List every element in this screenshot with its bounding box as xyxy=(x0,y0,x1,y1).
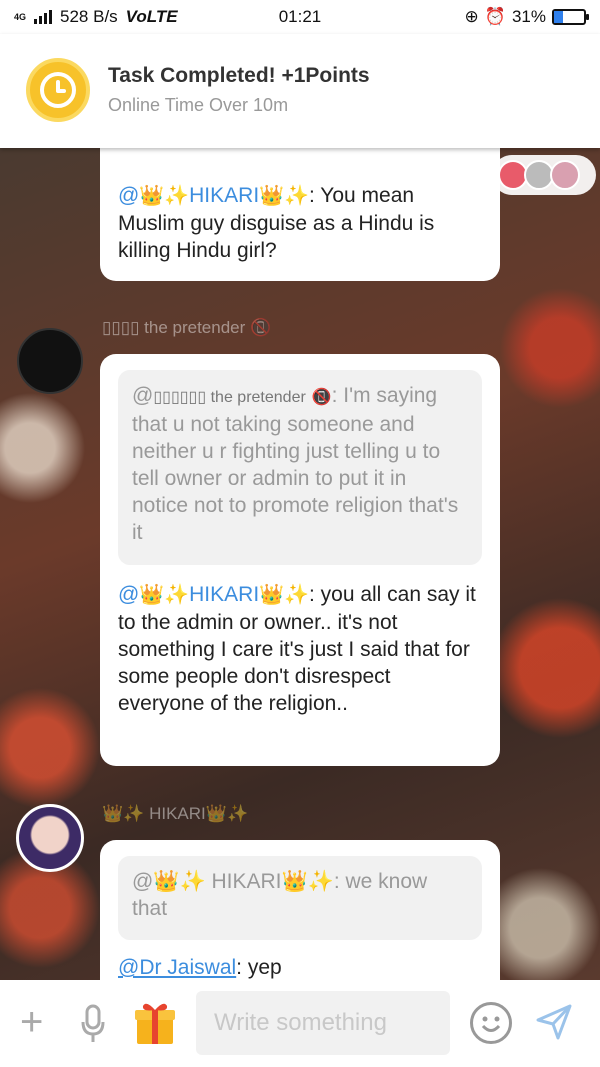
message-input[interactable] xyxy=(196,991,450,1055)
crown-icon: 👑 xyxy=(139,584,165,606)
task-notification[interactable]: Task Completed! +1Points Online Time Ove… xyxy=(0,34,600,148)
message-bubble[interactable]: @👑✨HIKARI👑✨: You mean Muslim guy disguis… xyxy=(100,148,500,281)
crown-icon: 👑 xyxy=(153,870,180,893)
alarm-icon: ⏰ xyxy=(484,7,506,26)
lock-rotation-icon: ⊕ xyxy=(464,7,479,26)
crown-icon: 👑 xyxy=(259,185,285,207)
phone-off-icon: 📵 xyxy=(250,318,272,337)
mention-name[interactable]: HIKARI xyxy=(189,184,259,207)
microphone-icon[interactable] xyxy=(80,1004,106,1044)
crown-icon: 👑 xyxy=(205,804,227,823)
sender-name[interactable]: ▯▯▯▯ the pretender 📵 xyxy=(102,318,271,338)
message-body: @👑✨HIKARI👑✨: you all can say it to the a… xyxy=(118,581,482,717)
mention-name[interactable]: HIKARI xyxy=(189,583,259,606)
sparkle-icon: ✨ xyxy=(284,584,309,606)
sparkle-icon: ✨ xyxy=(179,870,206,893)
quoted-author: HIKARI xyxy=(211,870,282,893)
quoted-author: the pretender xyxy=(210,389,306,406)
crown-icon: 👑 xyxy=(102,804,124,823)
member-avatar xyxy=(550,160,580,190)
signal-icon xyxy=(34,10,53,24)
crown-icon: 👑 xyxy=(259,584,285,606)
mention[interactable]: @ xyxy=(118,583,139,606)
message-input-bar: + xyxy=(0,980,600,1067)
sparkle-icon: ✨ xyxy=(164,584,190,606)
active-members[interactable] xyxy=(492,155,596,195)
chat-area[interactable]: @👑✨HIKARI👑✨: You mean Muslim guy disguis… xyxy=(0,148,600,980)
message-bubble[interactable]: @👑✨ HIKARI👑✨: we know that @Dr Jaiswal: … xyxy=(100,840,500,980)
emoji-icon[interactable] xyxy=(470,1002,512,1044)
avatar[interactable] xyxy=(16,804,84,872)
volte-label: VoLTE xyxy=(125,7,178,26)
clock-icon xyxy=(26,58,90,122)
status-bar: 4G 528 B/s VoLTE 01:21 ⊕ ⏰ 31% xyxy=(0,0,600,34)
sparkle-icon: ✨ xyxy=(307,870,334,893)
sparkle-icon: ✨ xyxy=(284,185,309,207)
quoted-text: : I'm saying that u not taking someone a… xyxy=(132,384,459,544)
crown-icon: 👑 xyxy=(281,870,308,893)
mention: @ xyxy=(132,870,154,893)
plus-icon[interactable]: + xyxy=(20,1002,43,1042)
notification-title: Task Completed! +1Points xyxy=(108,64,370,87)
mention: @ xyxy=(132,384,154,407)
sender-name[interactable]: 👑✨ HIKARI👑✨ xyxy=(102,804,248,824)
message-body: @Dr Jaiswal: yep xyxy=(118,954,482,980)
sparkle-icon: ✨ xyxy=(164,185,190,207)
phone-off-icon: 📵 xyxy=(311,389,332,406)
network-type: 4G xyxy=(14,11,27,22)
mention[interactable]: @ xyxy=(118,184,139,207)
sparkle-icon: ✨ xyxy=(226,804,249,823)
sparkle-icon: ✨ xyxy=(123,804,145,823)
battery-icon xyxy=(552,9,589,25)
mention[interactable]: @Dr Jaiswal xyxy=(118,956,236,979)
battery-percent: 31% xyxy=(511,7,546,26)
quoted-message[interactable]: @▯▯▯▯▯▯ the pretender 📵: I'm saying that… xyxy=(118,370,482,565)
gift-icon[interactable] xyxy=(134,1000,176,1046)
avatar[interactable] xyxy=(17,328,83,394)
network-speed: 528 B/s xyxy=(60,7,118,26)
crown-icon: 👑 xyxy=(139,185,165,207)
message-bubble[interactable]: @▯▯▯▯▯▯ the pretender 📵: I'm saying that… xyxy=(100,354,500,766)
notification-subtitle: Online Time Over 10m xyxy=(108,95,289,115)
send-icon[interactable] xyxy=(536,1004,572,1040)
message-text: : yep xyxy=(236,956,282,979)
quoted-message[interactable]: @👑✨ HIKARI👑✨: we know that xyxy=(118,856,482,940)
